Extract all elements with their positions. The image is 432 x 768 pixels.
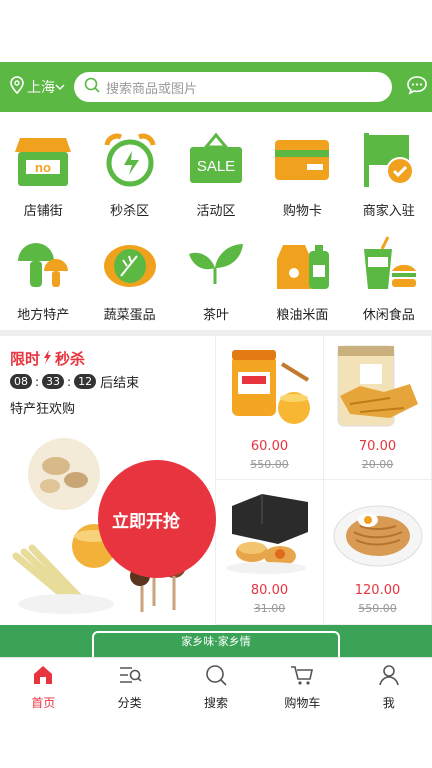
- countdown-minutes: 33: [42, 374, 65, 389]
- tab-category[interactable]: 分类: [86, 658, 172, 713]
- countdown-seconds: 12: [74, 374, 97, 389]
- product-price: 60.00: [250, 439, 289, 454]
- pastry-box-image: [222, 486, 318, 576]
- category-label: 店铺街: [23, 204, 63, 219]
- category-grid: no 店铺街 秒杀区 SALE 活动区 购物卡 商家入驻 地方特产 蔬菜蛋品 茶…: [0, 130, 432, 334]
- product-old-price: 550.00: [250, 458, 289, 471]
- product-old-price: 550.00: [358, 602, 397, 615]
- product-old-price: 20.00: [361, 458, 394, 471]
- grab-now-button[interactable]: 立即开抢: [98, 460, 216, 578]
- product-card[interactable]: 120.00 550.00: [324, 480, 432, 625]
- honey-jar-image: [222, 342, 318, 432]
- shop-icon: no: [13, 130, 73, 190]
- category-label: 活动区: [196, 204, 236, 219]
- cabbage-icon: [100, 234, 160, 294]
- countdown-separator: :: [67, 374, 72, 389]
- tab-label: 搜索: [203, 696, 228, 710]
- tab-label: 首页: [31, 696, 56, 710]
- tea-leaf-icon: [186, 234, 246, 294]
- product-old-price: 31.00: [253, 602, 286, 615]
- chat-bubble-icon: [406, 76, 428, 99]
- countdown-separator: :: [35, 374, 40, 389]
- search-placeholder: 搜索商品或图片: [106, 81, 198, 97]
- category-label: 茶叶: [202, 308, 229, 323]
- cart-icon: [290, 664, 314, 690]
- flash-title-right: 秒杀: [55, 350, 86, 368]
- tab-label: 分类: [117, 696, 142, 710]
- product-card[interactable]: 70.00 20.00: [324, 336, 432, 480]
- countdown: 08 : 33 : 12 后结束: [10, 372, 139, 391]
- product-card[interactable]: 60.00 550.00: [216, 336, 324, 480]
- category-label: 地方特产: [17, 308, 70, 323]
- countdown-hours: 08: [10, 374, 32, 389]
- snack-jar-image: [330, 342, 426, 432]
- product-price: 70.00: [358, 439, 397, 454]
- noodle-plate-image: [330, 486, 426, 576]
- product-card[interactable]: 80.00 31.00: [216, 480, 324, 625]
- search-icon: [84, 77, 100, 97]
- product-price: 80.00: [250, 583, 289, 598]
- flag-check-icon: [359, 130, 419, 190]
- tab-home[interactable]: 首页: [0, 658, 86, 713]
- category-vegetables-eggs[interactable]: 蔬菜蛋品: [86, 234, 172, 334]
- flash-product-grid: 60.00 550.00 70.00 20.00 80.00 31.00 120…: [216, 336, 432, 625]
- category-label: 休闲食品: [362, 308, 415, 323]
- flash-title-left: 限时: [10, 350, 41, 368]
- category-tea[interactable]: 茶叶: [173, 234, 259, 334]
- status-bar-area: [0, 0, 432, 62]
- search-icon: [205, 664, 227, 690]
- category-label: 商家入驻: [362, 204, 415, 219]
- category-flash-sale[interactable]: 秒杀区: [86, 130, 172, 230]
- home-icon: [32, 664, 54, 690]
- tab-cart[interactable]: 购物车: [259, 658, 345, 713]
- category-activities[interactable]: SALE 活动区: [173, 130, 259, 230]
- chevron-down-icon: [55, 79, 68, 95]
- flash-sale-subtitle: 特产狂欢购: [10, 402, 76, 417]
- category-label: 蔬菜蛋品: [103, 308, 156, 323]
- tab-search[interactable]: 搜索: [173, 658, 259, 713]
- tab-label: 我: [382, 696, 395, 710]
- message-button[interactable]: [406, 75, 428, 99]
- category-local-specialty[interactable]: 地方特产: [0, 234, 86, 334]
- top-bar: 上海 搜索商品或图片: [0, 62, 432, 112]
- category-snacks[interactable]: 休闲食品: [346, 234, 432, 334]
- category-shopping-card[interactable]: 购物卡: [259, 130, 345, 230]
- category-shop-street[interactable]: no 店铺街: [0, 130, 86, 230]
- location-label: 上海: [27, 80, 55, 96]
- card-icon: [272, 130, 332, 190]
- sale-sign-icon: SALE: [186, 130, 246, 190]
- svg-text:no: no: [35, 160, 51, 175]
- product-price: 120.00: [354, 583, 401, 598]
- user-icon: [378, 664, 400, 690]
- snack-icon: [359, 234, 419, 294]
- promo-banner[interactable]: 家乡味·家乡情: [0, 625, 432, 657]
- location-selector[interactable]: 上海: [10, 76, 70, 98]
- category-icon: [118, 664, 142, 690]
- flash-sale-panel[interactable]: 限时 秒杀 08 : 33 : 12 后结束 特产狂欢购 立即开抢: [0, 336, 216, 625]
- flash-sale-title: 限时 秒杀: [10, 348, 85, 369]
- category-label: 秒杀区: [110, 204, 150, 219]
- grain-oil-icon: [272, 234, 332, 294]
- tab-me[interactable]: 我: [346, 658, 432, 713]
- mushroom-icon: [13, 234, 73, 294]
- category-label: 购物卡: [282, 204, 322, 219]
- location-pin-icon: [10, 76, 27, 98]
- category-label: 粮油米面: [276, 308, 329, 323]
- alarm-clock-icon: [100, 130, 160, 190]
- search-input[interactable]: 搜索商品或图片: [74, 72, 392, 102]
- svg-text:SALE: SALE: [197, 158, 235, 175]
- category-merchant-join[interactable]: 商家入驻: [346, 130, 432, 230]
- lightning-icon: [43, 349, 52, 368]
- countdown-suffix: 后结束: [100, 376, 140, 391]
- bottom-tab-bar: 首页 分类 搜索 购物车 我: [0, 657, 432, 713]
- banner-text: 家乡味·家乡情: [181, 635, 251, 648]
- category-grain-oil[interactable]: 粮油米面: [259, 234, 345, 334]
- tab-label: 购物车: [284, 696, 321, 710]
